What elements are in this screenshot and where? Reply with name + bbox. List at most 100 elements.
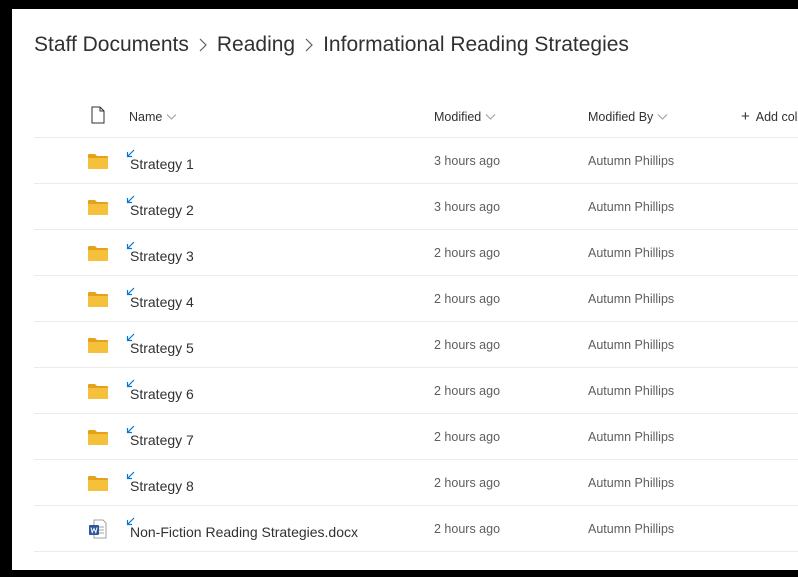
modified-cell: 2 hours ago xyxy=(434,383,501,398)
modified-cell: 3 hours ago xyxy=(434,199,501,214)
item-name-link[interactable]: Non-Fiction Reading Strategies.docx xyxy=(126,517,359,540)
file-row[interactable]: Strategy 7 2 hours ago Autumn Phillips xyxy=(34,414,798,460)
new-item-badge-icon xyxy=(125,376,135,387)
file-row[interactable]: Strategy 1 3 hours ago Autumn Phillips xyxy=(34,138,798,184)
file-type-column-header[interactable] xyxy=(85,96,111,137)
name-column-label: Name xyxy=(129,109,163,124)
name-cell: Non-Fiction Reading Strategies.docx xyxy=(126,506,359,551)
file-type-cell xyxy=(85,460,111,505)
folder-icon xyxy=(88,245,108,261)
breadcrumb-item-staff-documents[interactable]: Staff Documents xyxy=(34,33,189,57)
file-row[interactable]: Strategy 6 2 hours ago Autumn Phillips xyxy=(34,368,798,414)
folder-icon xyxy=(88,199,108,215)
add-column-label: Add col xyxy=(755,109,798,124)
file-type-cell xyxy=(85,368,111,413)
modified-by-cell: Autumn Phillips xyxy=(588,199,675,214)
modified-cell: 3 hours ago xyxy=(434,153,501,168)
new-item-badge-icon xyxy=(125,284,135,295)
item-name-link[interactable]: Strategy 2 xyxy=(126,195,194,218)
file-row[interactable]: Strategy 3 2 hours ago Autumn Phillips xyxy=(34,230,798,276)
file-list-rows: Strategy 1 3 hours ago Autumn Phillips Str… xyxy=(34,138,798,552)
modified-by-cell: Autumn Phillips xyxy=(588,475,675,490)
new-item-badge-icon xyxy=(125,422,135,433)
item-name: Non-Fiction Reading Strategies.docx xyxy=(130,523,359,540)
file-list-header: Name Modified Modified By + Add col xyxy=(34,96,798,138)
chevron-down-icon xyxy=(657,113,668,121)
modified-cell: 2 hours ago xyxy=(434,245,501,260)
word-document-icon xyxy=(89,519,107,539)
modified-cell: 2 hours ago xyxy=(434,475,501,490)
file-row[interactable]: Strategy 5 2 hours ago Autumn Phillips xyxy=(34,322,798,368)
folder-icon xyxy=(88,153,108,169)
item-name: Strategy 1 xyxy=(130,155,194,172)
document-icon xyxy=(91,106,105,127)
name-cell: Strategy 7 xyxy=(126,414,194,459)
breadcrumb-item-reading[interactable]: Reading xyxy=(217,33,295,57)
name-cell: Strategy 4 xyxy=(126,276,194,321)
item-name-link[interactable]: Strategy 4 xyxy=(126,287,194,310)
modified-by-cell: Autumn Phillips xyxy=(588,291,675,306)
item-name-link[interactable]: Strategy 7 xyxy=(126,425,194,448)
modified-by-cell: Autumn Phillips xyxy=(588,245,675,260)
chevron-down-icon xyxy=(166,113,177,121)
modified-column-label: Modified xyxy=(434,109,482,124)
file-list: Name Modified Modified By + Add col Stra… xyxy=(34,96,798,552)
name-cell: Strategy 5 xyxy=(126,322,194,367)
item-name: Strategy 3 xyxy=(130,247,194,264)
item-name-link[interactable]: Strategy 8 xyxy=(126,471,194,494)
modified-by-cell: Autumn Phillips xyxy=(588,337,675,352)
file-type-cell xyxy=(85,506,111,551)
file-type-cell xyxy=(85,184,111,229)
name-column-header[interactable]: Name xyxy=(129,96,177,137)
modified-cell: 2 hours ago xyxy=(434,429,501,444)
file-row[interactable]: Strategy 4 2 hours ago Autumn Phillips xyxy=(34,276,798,322)
modified-column-header[interactable]: Modified xyxy=(434,96,496,137)
file-type-cell xyxy=(85,276,111,321)
modified-by-column-header[interactable]: Modified By xyxy=(588,96,668,137)
breadcrumb: Staff Documents Reading Informational Re… xyxy=(34,33,629,57)
folder-icon xyxy=(88,475,108,491)
new-item-badge-icon xyxy=(125,146,135,157)
item-name-link[interactable]: Strategy 1 xyxy=(126,149,194,172)
folder-icon xyxy=(88,291,108,307)
new-item-badge-icon xyxy=(125,192,135,203)
modified-cell: 2 hours ago xyxy=(434,291,501,306)
document-library-view: Staff Documents Reading Informational Re… xyxy=(12,9,798,570)
modified-by-column-label: Modified By xyxy=(588,109,654,124)
new-item-badge-icon xyxy=(125,330,135,341)
name-cell: Strategy 1 xyxy=(126,138,194,183)
chevron-right-icon xyxy=(189,33,217,57)
breadcrumb-item-current-folder: Informational Reading Strategies xyxy=(323,33,629,56)
folder-icon xyxy=(88,429,108,445)
name-cell: Strategy 6 xyxy=(126,368,194,413)
modified-cell: 2 hours ago xyxy=(434,521,501,536)
file-row[interactable]: Strategy 8 2 hours ago Autumn Phillips xyxy=(34,460,798,506)
file-row[interactable]: Strategy 2 3 hours ago Autumn Phillips xyxy=(34,184,798,230)
new-item-badge-icon xyxy=(125,514,135,525)
chevron-down-icon xyxy=(485,113,496,121)
add-column-button[interactable]: + Add col xyxy=(741,96,797,137)
modified-cell: 2 hours ago xyxy=(434,337,501,352)
item-name-link[interactable]: Strategy 5 xyxy=(126,333,194,356)
new-item-badge-icon xyxy=(125,468,135,479)
file-row[interactable]: Non-Fiction Reading Strategies.docx 2 hou… xyxy=(34,506,798,552)
item-name-link[interactable]: Strategy 3 xyxy=(126,241,194,264)
name-cell: Strategy 2 xyxy=(126,184,194,229)
item-name: Strategy 6 xyxy=(130,385,194,402)
name-cell: Strategy 8 xyxy=(126,460,194,505)
chevron-right-icon xyxy=(295,33,323,57)
modified-by-cell: Autumn Phillips xyxy=(588,153,675,168)
file-type-cell xyxy=(85,414,111,459)
folder-icon xyxy=(88,383,108,399)
file-type-cell xyxy=(85,322,111,367)
item-name: Strategy 7 xyxy=(130,431,194,448)
folder-icon xyxy=(88,337,108,353)
new-item-badge-icon xyxy=(125,238,135,249)
file-type-cell xyxy=(85,230,111,275)
item-name: Strategy 5 xyxy=(130,339,194,356)
modified-by-cell: Autumn Phillips xyxy=(588,383,675,398)
item-name: Strategy 4 xyxy=(130,293,194,310)
item-name-link[interactable]: Strategy 6 xyxy=(126,379,194,402)
file-type-cell xyxy=(85,138,111,183)
modified-by-cell: Autumn Phillips xyxy=(588,521,675,536)
